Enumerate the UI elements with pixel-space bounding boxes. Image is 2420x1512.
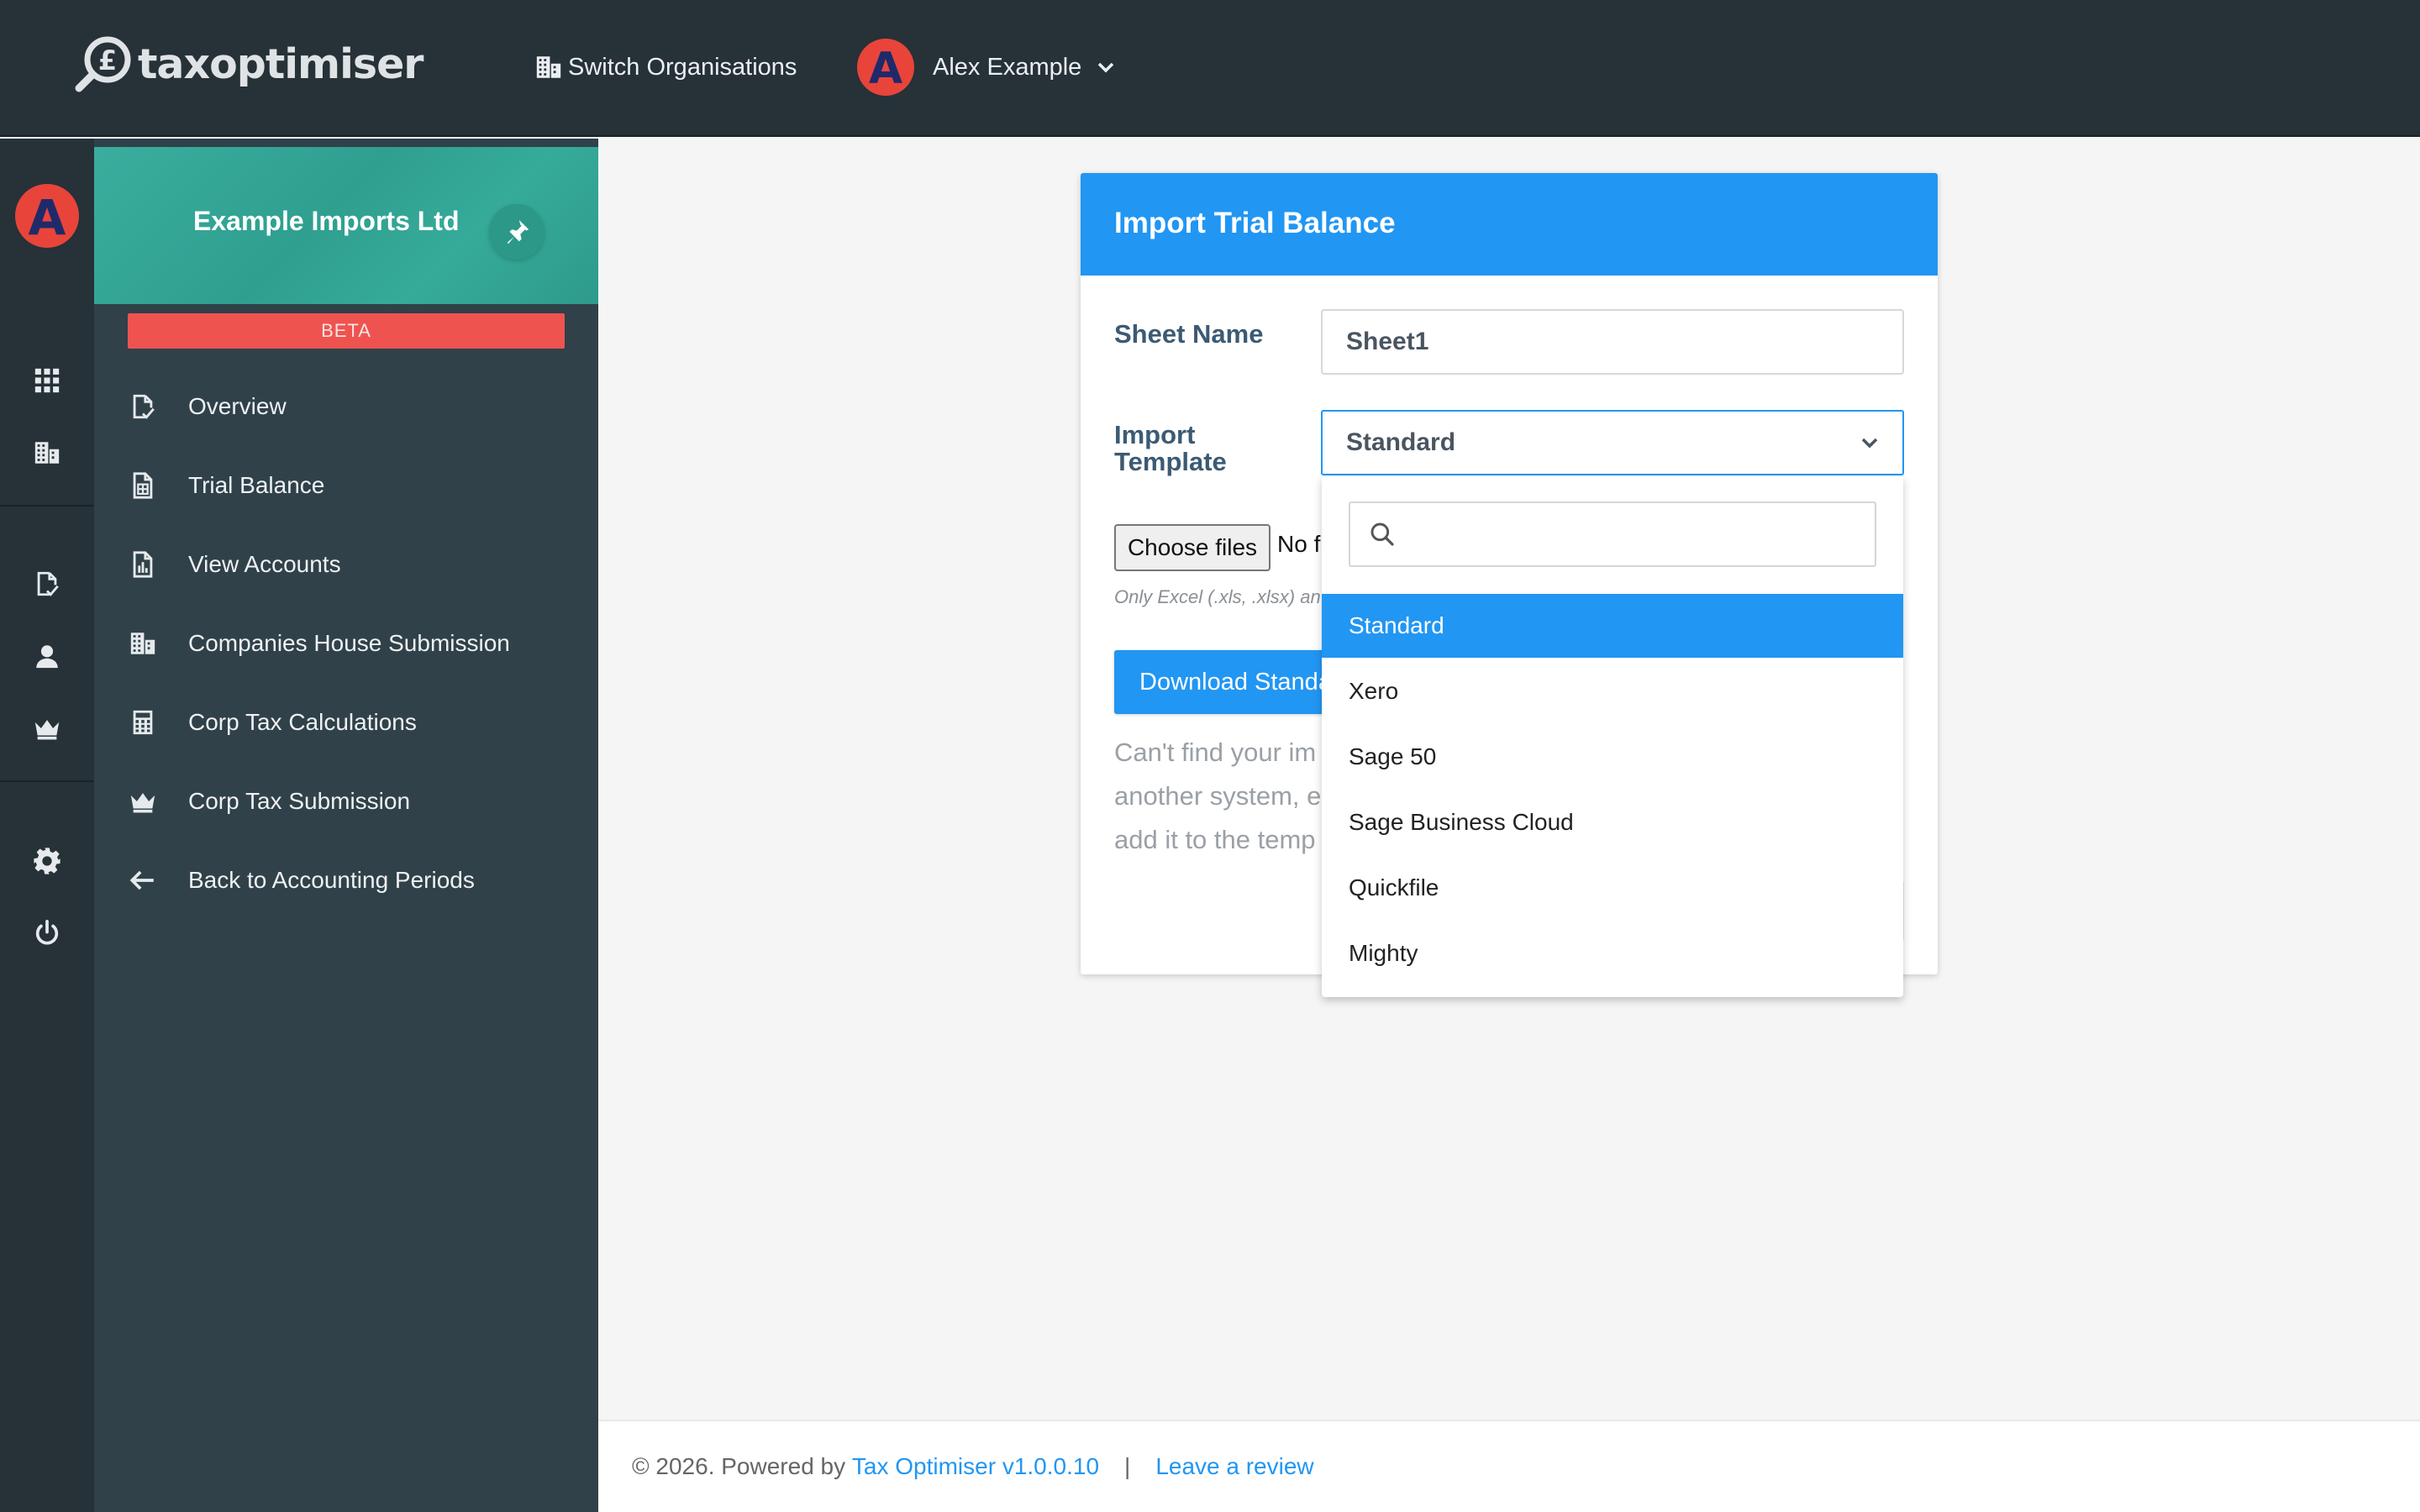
beta-badge: BETA [128,313,565,349]
svg-text:£: £ [98,45,117,76]
import-template-select[interactable]: Standard [1321,410,1904,475]
avatar-initial: A [868,44,903,94]
magnifier-pound-icon: £ [75,36,131,92]
sheet-name-input[interactable] [1321,309,1904,375]
version-link[interactable]: Tax Optimiser v1.0.0.10 [852,1453,1099,1480]
buildings-icon [536,56,561,78]
import-template-label-line: Import [1114,420,1196,449]
avatar-initial: A [28,189,66,246]
sidebar-item-label: Corp Tax Calculations [188,709,417,735]
import-template-value: Standard [1346,428,1456,456]
sidebar-item-label: Corp Tax Submission [188,788,411,814]
file-type-hint: Only Excel (.xls, .xlsx) an [1114,586,1321,607]
app-logo[interactable]: £ taxoptimiser [74,30,424,97]
sidebar-item-overview[interactable]: Overview [126,381,580,432]
buildings-icon [126,627,160,660]
dropdown-option-mighty[interactable]: Mighty [1322,921,1903,985]
user-menu[interactable]: A Alex Example [857,38,1115,97]
import-template-dropdown: Standard Xero Sage 50 Sage Business Clou… [1322,476,1903,997]
dropdown-option-standard[interactable]: Standard [1322,594,1903,658]
buildings-icon[interactable] [30,436,64,470]
footer-separator: | [1124,1453,1131,1479]
sidebar-item-corp-tax-calculations[interactable]: Corp Tax Calculations [126,697,580,748]
spreadsheet-icon [126,469,160,502]
top-bar: £ taxoptimiser Switch Organisations A Al… [0,0,2420,137]
user-icon[interactable] [30,639,64,673]
sidebar-item-label: View Accounts [188,551,341,577]
crown-icon[interactable] [30,711,64,745]
document-check-icon [126,390,160,423]
dropdown-option-xero[interactable]: Xero [1322,659,1903,723]
calculator-icon [126,706,160,739]
organisation-header: Example Imports Ltd [94,147,598,304]
dropdown-option-sage-50[interactable]: Sage 50 [1322,725,1903,789]
power-icon[interactable] [30,916,64,950]
chevron-down-icon [1861,438,1878,449]
crown-icon [126,785,160,818]
switch-organisations-button[interactable]: Switch Organisations [534,49,797,86]
rail-divider [0,505,94,507]
pin-icon [507,219,529,244]
switch-organisations-label: Switch Organisations [568,53,797,81]
logo-text: taxoptimiser [138,39,424,88]
gear-icon[interactable] [30,844,64,878]
sidebar-item-label: Back to Accounting Periods [188,867,475,893]
sidebar-item-view-accounts[interactable]: View Accounts [126,539,580,590]
leave-review-link[interactable]: Leave a review [1155,1453,1313,1480]
organisation-name: Example Imports Ltd [193,206,460,236]
user-name: Alex Example [933,53,1082,81]
dropdown-search-input[interactable] [1409,509,1875,559]
grid-icon[interactable] [30,364,64,397]
choose-files-button[interactable]: Choose files [1114,524,1270,571]
sidebar-item-companies-house-submission[interactable]: Companies House Submission [126,618,580,669]
report-chart-icon [126,548,160,581]
arrow-left-icon [126,864,160,897]
sidebar-item-corp-tax-submission[interactable]: Corp Tax Submission [126,776,580,827]
chevron-down-icon [1098,62,1114,73]
pin-button[interactable] [489,204,544,260]
search-icon [1370,522,1394,546]
sidebar-item-label: Overview [188,393,287,419]
footer: © 2026. Powered by Tax Optimiser v1.0.0.… [598,1420,2420,1512]
import-template-label: Import Template [1114,422,1227,475]
dropdown-search[interactable] [1349,501,1876,567]
sidebar-item-trial-balance[interactable]: Trial Balance [126,460,580,511]
card-title: Import Trial Balance [1114,207,1396,239]
rail-divider [0,780,94,782]
sheet-name-label: Sheet Name [1114,319,1264,349]
card-header: Import Trial Balance [1081,173,1938,276]
dropdown-option-sage-business-cloud[interactable]: Sage Business Cloud [1322,790,1903,854]
import-template-label-line: Template [1114,447,1227,476]
sidebar: Example Imports Ltd BETA Overview Trial … [94,139,598,1512]
rail-avatar[interactable]: A [15,184,79,248]
copyright-text: © 2026. Powered by [632,1453,846,1479]
icon-rail: A [0,139,94,1512]
no-file-chosen-text: No f [1277,531,1321,557]
document-check-icon[interactable] [30,567,64,601]
dropdown-option-quickfile[interactable]: Quickfile [1322,856,1903,920]
sidebar-item-back-to-accounting-periods[interactable]: Back to Accounting Periods [126,855,580,906]
sidebar-item-label: Companies House Submission [188,630,510,656]
avatar: A [857,39,914,96]
sidebar-item-label: Trial Balance [188,472,325,498]
